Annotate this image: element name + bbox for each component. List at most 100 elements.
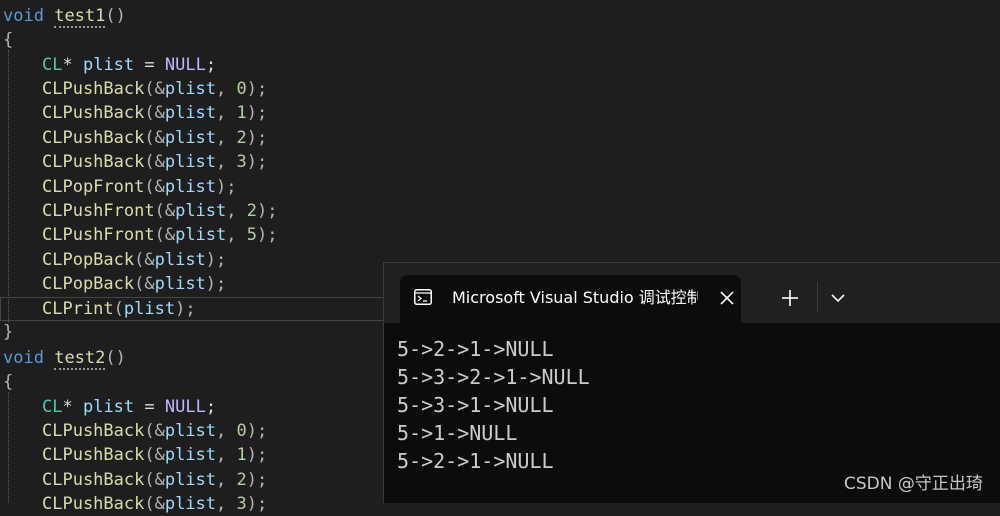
number-literal: 1 — [236, 445, 247, 466]
macro-null: NULL — [164, 55, 206, 75]
code-line[interactable]: CLPushBack(&plist, 0); — [42, 77, 267, 101]
function-call: CLPopBack — [42, 249, 135, 270]
punctuation: , — [216, 152, 237, 173]
chevron-down-icon[interactable] — [827, 287, 849, 309]
type-name: CL — [42, 397, 63, 417]
semicolon: ; — [205, 397, 217, 417]
code-line[interactable]: CLPushBack(&plist, 1); — [42, 101, 267, 125]
punctuation: () — [105, 6, 126, 26]
punctuation: , — [226, 201, 247, 221]
output-line: 5->2->1->NULL — [397, 337, 554, 361]
punctuation: (& — [144, 445, 165, 466]
code-line[interactable]: CLPrint(plist); — [42, 297, 196, 321]
punctuation: (& — [144, 494, 165, 515]
open-brace: { — [3, 30, 14, 50]
code-line[interactable]: } — [3, 320, 13, 344]
punctuation: , — [216, 469, 237, 490]
semicolon: ; — [205, 55, 217, 75]
variable-name: plist — [175, 225, 227, 246]
punctuation: ( — [113, 298, 124, 319]
indent-guide — [8, 392, 9, 503]
punctuation: ); — [175, 298, 196, 319]
punctuation: (& — [144, 421, 165, 441]
punctuation: , — [226, 225, 247, 246]
code-line[interactable]: CLPopBack(&plist); — [42, 272, 226, 296]
close-brace: } — [3, 322, 14, 342]
code-line[interactable]: { — [3, 370, 13, 394]
function-name: test1 — [54, 6, 106, 28]
function-call: CLPushBack — [42, 103, 145, 124]
function-call: CLPushBack — [42, 127, 145, 148]
variable-name: plist — [82, 397, 135, 417]
number-literal: 3 — [236, 494, 247, 515]
punctuation: (& — [144, 152, 165, 173]
code-line[interactable]: CLPushBack(&plist, 3); — [42, 150, 267, 174]
function-call: CLPushBack — [42, 79, 145, 99]
code-line[interactable]: void test2() — [3, 346, 126, 370]
open-brace: { — [3, 372, 14, 392]
punctuation: (& — [154, 201, 176, 221]
function-call: CLPrint — [42, 298, 114, 319]
punctuation: , — [216, 127, 237, 148]
variable-name: plist — [154, 249, 206, 270]
punctuation: () — [105, 348, 126, 368]
punctuation: (& — [144, 79, 165, 99]
code-line[interactable]: CL* plist = NULL; — [42, 395, 216, 419]
code-line[interactable]: CLPushBack(&plist, 3); — [42, 492, 267, 516]
number-literal: 2 — [246, 201, 257, 221]
type-name: CL — [42, 55, 63, 75]
code-line[interactable]: CLPushFront(&plist, 5); — [42, 223, 277, 247]
code-line[interactable]: CLPopBack(&plist); — [42, 248, 226, 272]
output-line: 5->1->NULL — [397, 421, 518, 445]
punctuation: (& — [144, 127, 165, 148]
code-line[interactable]: CLPushBack(&plist, 2); — [42, 126, 267, 150]
debug-console-window[interactable]: Microsoft Visual Studio 调试控制台 5->2->1->N… — [383, 262, 1000, 503]
variable-name: plist — [164, 152, 217, 173]
punctuation: , — [216, 494, 237, 515]
code-line[interactable]: CLPushBack(&plist, 1); — [42, 443, 267, 467]
punctuation: (& — [144, 176, 165, 197]
function-call: CLPushBack — [42, 494, 145, 515]
pointer-star: * — [62, 397, 83, 417]
plus-icon[interactable] — [779, 287, 801, 309]
function-call: CLPushBack — [42, 445, 145, 466]
console-icon — [414, 289, 432, 305]
number-literal: 3 — [236, 152, 247, 173]
number-literal: 0 — [236, 79, 247, 99]
variable-name: plist — [164, 176, 217, 197]
variable-name: plist — [123, 298, 176, 319]
close-icon[interactable] — [716, 287, 738, 309]
terminal-tab[interactable]: Microsoft Visual Studio 调试控制台 — [400, 275, 741, 323]
punctuation: (& — [134, 249, 155, 270]
punctuation: (& — [154, 225, 176, 246]
variable-name: plist — [175, 201, 227, 221]
variable-name: plist — [82, 55, 135, 75]
punctuation: (& — [144, 469, 165, 490]
code-line[interactable]: CLPushFront(&plist, 2); — [42, 199, 277, 223]
code-line[interactable]: CLPushBack(&plist, 0); — [42, 419, 267, 443]
csdn-watermark: CSDN @守正出琦 — [844, 474, 983, 494]
punctuation: , — [216, 79, 237, 99]
punctuation: ); — [205, 274, 227, 295]
indent-guide — [8, 50, 9, 322]
punctuation: ); — [246, 469, 268, 490]
punctuation: ); — [205, 249, 227, 270]
variable-name: plist — [164, 494, 217, 515]
macro-null: NULL — [164, 397, 206, 417]
code-line[interactable]: { — [3, 28, 13, 52]
function-call: CLPushBack — [42, 152, 145, 173]
function-call: CLPushBack — [42, 421, 145, 441]
code-line[interactable]: void test1() — [3, 4, 126, 28]
number-literal: 2 — [236, 469, 247, 490]
code-line[interactable]: CLPopFront(&plist); — [42, 175, 237, 199]
punctuation: (& — [144, 103, 165, 124]
punctuation: ); — [246, 152, 268, 173]
code-line[interactable]: CLPushBack(&plist, 2); — [42, 468, 267, 492]
code-line[interactable]: CL* plist = NULL; — [42, 53, 216, 77]
punctuation: ); — [246, 421, 268, 441]
variable-name: plist — [164, 445, 217, 466]
operator: = — [134, 55, 165, 75]
keyword: void — [3, 6, 44, 26]
output-line: 5->3->2->1->NULL — [397, 365, 590, 389]
number-literal: 5 — [246, 225, 257, 246]
